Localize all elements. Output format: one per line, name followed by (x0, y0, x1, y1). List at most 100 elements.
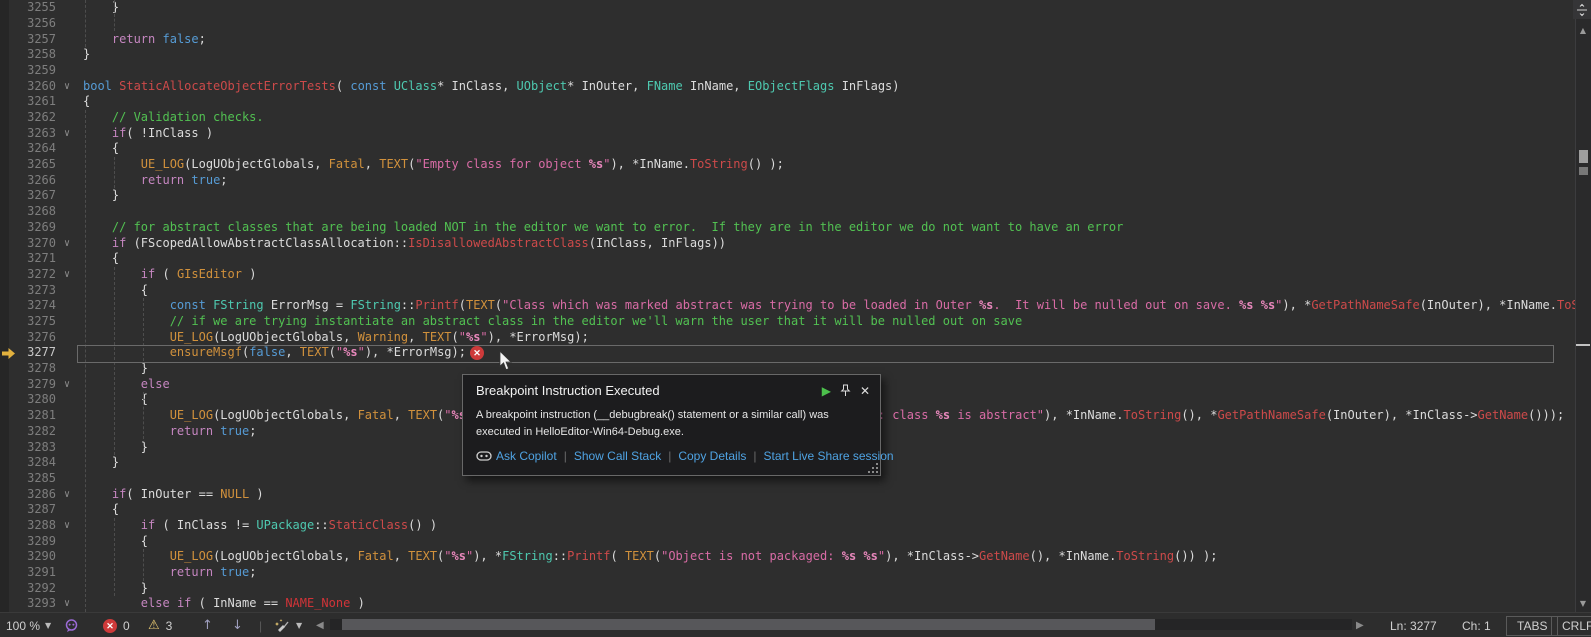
glyph-margin[interactable] (0, 298, 16, 314)
glyph-margin[interactable] (0, 94, 16, 110)
code-line[interactable]: 3259 (0, 63, 1575, 79)
scroll-up-icon[interactable]: ▲ (1577, 26, 1589, 35)
code-text[interactable]: { (78, 534, 148, 550)
next-issue-button[interactable]: ↓ (232, 613, 243, 637)
code-line[interactable]: 3291 return true; (0, 565, 1575, 581)
code-line[interactable]: 3293∨ else if ( InName == NAME_None ) (0, 596, 1575, 612)
fold-chevron-icon[interactable]: ∨ (56, 596, 78, 612)
glyph-margin[interactable] (0, 439, 16, 455)
glyph-margin[interactable] (0, 63, 16, 79)
code-text[interactable]: { (78, 392, 148, 408)
code-text[interactable]: if ( GIsEditor ) (78, 267, 256, 283)
glyph-margin[interactable] (0, 330, 16, 346)
eol-indicator[interactable]: CRLF (1551, 613, 1591, 637)
code-line[interactable]: 3290 UE_LOG(LogUObjectGlobals, Fatal, TE… (0, 549, 1575, 565)
glyph-margin[interactable] (0, 78, 16, 94)
hscroll-right-icon[interactable]: ▶ (1356, 613, 1364, 637)
code-line[interactable]: 3286∨ if( InOuter == NULL ) (0, 486, 1575, 502)
code-text[interactable]: } (78, 361, 148, 377)
code-text[interactable]: else if ( InName == NAME_None ) (78, 596, 365, 612)
code-line[interactable]: 3292 } (0, 581, 1575, 597)
popup-link-copy-details[interactable]: Copy Details (678, 449, 746, 463)
code-line[interactable]: 3275 // if we are trying instantiate an … (0, 314, 1575, 330)
glyph-margin[interactable] (0, 157, 16, 173)
code-text[interactable]: return false; (78, 32, 206, 48)
code-text[interactable]: ensureMsgf(false, TEXT("%s"), *ErrorMsg)… (78, 345, 466, 361)
health-indicator-icon[interactable] (64, 613, 79, 637)
code-line[interactable]: 3288∨ if ( InClass != UPackage::StaticCl… (0, 518, 1575, 534)
code-editor[interactable]: 3255 }32563257 return false;3258}3259326… (0, 0, 1575, 612)
code-line[interactable]: 3271 { (0, 251, 1575, 267)
code-text[interactable]: const FString ErrorMsg = FString::Printf… (78, 298, 1575, 314)
glyph-margin[interactable] (0, 581, 16, 597)
code-line[interactable]: 3276 UE_LOG(LogUObjectGlobals, Warning, … (0, 330, 1575, 346)
code-line[interactable]: 3267 } (0, 188, 1575, 204)
horizontal-scrollbar-thumb[interactable] (342, 619, 1155, 630)
code-line[interactable]: 3277 ensureMsgf(false, TEXT("%s"), *Erro… (0, 345, 1575, 361)
popup-link-start-live-share-session[interactable]: Start Live Share session (763, 449, 893, 463)
code-cleanup-button[interactable]: ▼ (274, 613, 302, 637)
code-text[interactable]: bool StaticAllocateObjectErrorTests( con… (78, 79, 900, 95)
code-line[interactable]: 3272∨ if ( GIsEditor ) (0, 267, 1575, 283)
glyph-margin[interactable] (0, 173, 16, 189)
glyph-margin[interactable] (0, 549, 16, 565)
glyph-margin[interactable] (0, 110, 16, 126)
glyph-margin[interactable] (0, 455, 16, 471)
pin-icon[interactable] (840, 384, 851, 397)
glyph-margin[interactable] (0, 0, 16, 16)
glyph-margin[interactable] (0, 188, 16, 204)
code-text[interactable]: return true; (78, 565, 256, 581)
code-text[interactable]: // if we are trying instantiate an abstr… (78, 314, 1022, 330)
code-line[interactable]: 3256 (0, 16, 1575, 32)
error-summary[interactable]: ✕ 0 (103, 613, 130, 637)
code-text[interactable]: } (78, 440, 148, 456)
code-line[interactable]: 3261{ (0, 94, 1575, 110)
scroll-down-icon[interactable]: ▼ (1577, 599, 1589, 608)
popup-link-ask-copilot[interactable]: Ask Copilot (496, 449, 557, 463)
code-line[interactable]: 3255 } (0, 0, 1575, 16)
zoom-control[interactable]: 100 % ▼ (6, 613, 51, 637)
code-text[interactable]: UE_LOG(LogUObjectGlobals, Warning, TEXT(… (78, 330, 589, 346)
line-indicator[interactable]: Ln: 3277 (1390, 613, 1437, 637)
glyph-margin[interactable] (0, 47, 16, 63)
code-text[interactable]: } (78, 455, 119, 471)
editor-splitter-icon[interactable] (1573, 0, 1591, 19)
code-line[interactable]: 3264 { (0, 141, 1575, 157)
code-text[interactable]: { (78, 141, 119, 157)
code-text[interactable]: { (78, 283, 148, 299)
code-text[interactable]: if( InOuter == NULL ) (78, 487, 264, 503)
code-text[interactable]: { (78, 502, 119, 518)
code-line[interactable]: 3270∨ if (FScopedAllowAbstractClassAlloc… (0, 235, 1575, 251)
code-line[interactable]: 3274 const FString ErrorMsg = FString::P… (0, 298, 1575, 314)
glyph-margin[interactable] (0, 518, 16, 534)
code-line[interactable]: 3258} (0, 47, 1575, 63)
fold-chevron-icon[interactable]: ∨ (56, 79, 78, 95)
code-line[interactable]: 3268 (0, 204, 1575, 220)
code-text[interactable]: else (78, 377, 170, 393)
code-text[interactable]: if (FScopedAllowAbstractClassAllocation:… (78, 236, 726, 252)
glyph-margin[interactable] (0, 282, 16, 298)
glyph-margin[interactable] (0, 534, 16, 550)
fold-chevron-icon[interactable]: ∨ (56, 377, 78, 393)
code-line[interactable]: 3269 // for abstract classes that are be… (0, 220, 1575, 236)
code-line[interactable]: 3265 UE_LOG(LogUObjectGlobals, Fatal, TE… (0, 157, 1575, 173)
glyph-margin[interactable] (0, 502, 16, 518)
code-text[interactable]: } (78, 0, 119, 16)
code-text[interactable]: // for abstract classes that are being l… (78, 220, 1123, 236)
glyph-margin[interactable] (0, 471, 16, 487)
code-text[interactable]: return true; (78, 173, 228, 189)
glyph-margin[interactable] (0, 204, 16, 220)
code-line[interactable]: 3257 return false; (0, 31, 1575, 47)
fold-chevron-icon[interactable]: ∨ (56, 518, 78, 534)
vertical-scrollbar[interactable] (1575, 0, 1591, 612)
glyph-margin[interactable] (0, 220, 16, 236)
glyph-margin[interactable] (0, 314, 16, 330)
glyph-margin[interactable] (0, 141, 16, 157)
code-text[interactable]: return true; (78, 424, 256, 440)
glyph-margin[interactable] (0, 596, 16, 612)
fold-chevron-icon[interactable]: ∨ (56, 126, 78, 142)
resize-grip[interactable] (868, 463, 878, 473)
code-line[interactable]: 3260∨bool StaticAllocateObjectErrorTests… (0, 78, 1575, 94)
code-text[interactable]: { (78, 94, 90, 110)
popup-link-show-call-stack[interactable]: Show Call Stack (574, 449, 661, 463)
